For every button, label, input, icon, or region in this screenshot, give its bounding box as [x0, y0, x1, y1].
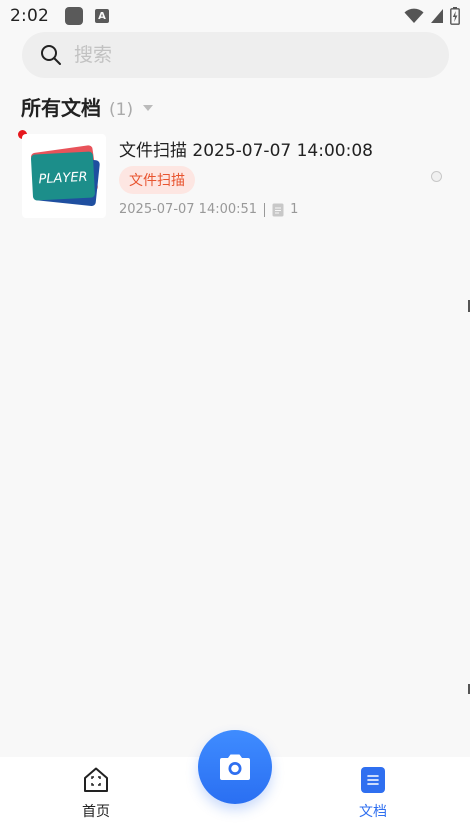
document-thumbnail[interactable]: PLAYER: [22, 134, 106, 218]
signal-icon: [431, 9, 443, 23]
caret-down-icon[interactable]: [143, 105, 154, 111]
thumbnail-text: PLAYER: [38, 170, 88, 188]
notification-app-icon: [64, 7, 83, 25]
document-title: 文件扫描 2025-07-07 14:00:08: [119, 141, 373, 161]
search-bar[interactable]: [22, 32, 449, 78]
home-icon: [84, 767, 108, 792]
document-icon: [361, 767, 385, 793]
meta-divider: [264, 202, 266, 217]
nav-home[interactable]: 首页: [51, 765, 141, 821]
notification-a-icon: A: [94, 9, 109, 23]
camera-icon: [220, 754, 250, 780]
page-icon: [272, 203, 284, 216]
document-meta: 2025-07-07 14:00:51 1: [119, 202, 298, 217]
document-list-item[interactable]: PLAYER 文件扫描 2025-07-07 14:00:08 文件扫描 202…: [16, 128, 456, 226]
player-card-image: PLAYER: [30, 145, 100, 207]
wifi-icon: [404, 8, 424, 23]
search-input[interactable]: [74, 44, 414, 66]
document-page-count: 1: [290, 202, 299, 217]
document-modified-time: 2025-07-07 14:00:51: [119, 202, 258, 217]
status-bar: 2:02 A: [0, 0, 470, 32]
status-icons: [404, 7, 460, 25]
section-title: 所有文档: [21, 96, 101, 120]
section-header[interactable]: 所有文档 (1): [21, 92, 154, 122]
search-icon: [41, 45, 61, 65]
camera-button[interactable]: [198, 730, 272, 804]
document-count: (1): [109, 100, 134, 120]
nav-documents[interactable]: 文档: [328, 765, 418, 821]
nav-home-label: 首页: [82, 804, 110, 820]
document-tag[interactable]: 文件扫描: [119, 166, 195, 194]
select-radio[interactable]: [431, 171, 442, 182]
battery-icon: [450, 7, 460, 25]
status-time: 2:02: [10, 6, 49, 26]
nav-documents-label: 文档: [359, 804, 387, 820]
